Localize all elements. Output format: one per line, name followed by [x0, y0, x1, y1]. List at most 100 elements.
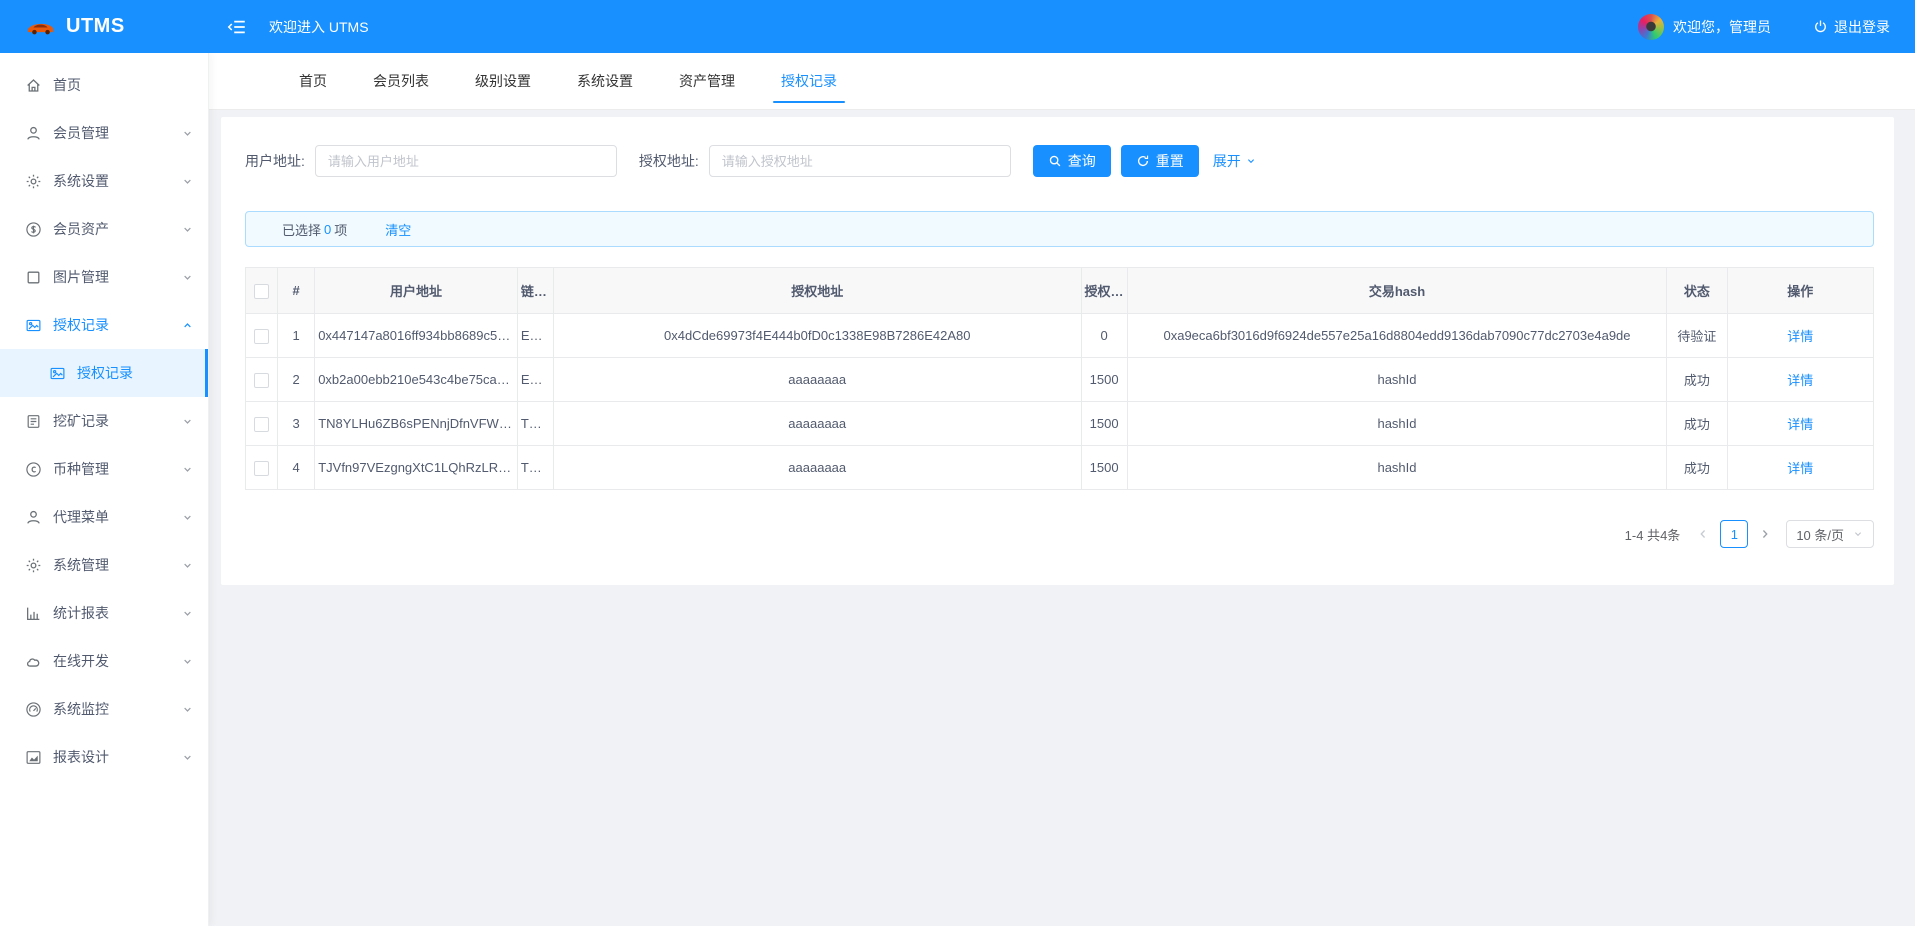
table-row: 3 TN8YLHu6ZB6sPENnjDfnVFW6dQFByPFzYj1 TR…	[244, 401, 1874, 446]
detail-link[interactable]: 详情	[1787, 417, 1813, 432]
sidebar-item-label: 在线开发	[53, 653, 109, 669]
row-chain-type: TRC20	[516, 401, 554, 446]
row-auth-amount: 1500	[1080, 401, 1128, 446]
row-user-address: TN8YLHu6ZB6sPENnjDfnVFW6dQFByPFzYj1	[314, 401, 518, 446]
page-size-select[interactable]: 10 条/页	[1786, 520, 1874, 548]
row-user-address: 0xb2a00ebb210e543c4be75cad0c6b737ca71740…	[314, 357, 518, 402]
user-greeting: 欢迎您，管理员	[1673, 18, 1771, 35]
col-auth-address: 授权地址	[552, 267, 1082, 314]
chevron-down-icon	[181, 127, 194, 140]
sidebar-item-coin-management[interactable]: 币种管理	[0, 445, 208, 493]
sidebar-item-report-design[interactable]: 报表设计	[0, 733, 208, 781]
row-checkbox[interactable]	[254, 460, 270, 476]
sidebar-item-mining-records[interactable]: 挖矿记录	[0, 397, 208, 445]
prev-page-icon[interactable]	[1696, 527, 1710, 541]
sidebar-item-image-management[interactable]: 图片管理	[0, 253, 208, 301]
row-checkbox[interactable]	[254, 372, 270, 388]
detail-link[interactable]: 详情	[1787, 373, 1813, 388]
content-card: 用户地址: 授权地址: 查询 重置 展开 已选择 0	[221, 117, 1894, 585]
refresh-icon	[1136, 154, 1150, 168]
col-status: 状态	[1666, 267, 1728, 314]
picture-icon	[25, 317, 42, 334]
selection-alert: 已选择 0 项 清空	[245, 211, 1874, 247]
row-auth-address: 0x4dCde69973f4E444b0fD0c1338E98B7286E42A…	[552, 313, 1082, 358]
row-auth-amount: 1500	[1080, 445, 1128, 490]
sidebar-subitem-auth-records[interactable]: 授权记录	[0, 349, 208, 397]
table-row: 1 0x447147a8016ff934bb8689c5a2d5b65c715b…	[244, 313, 1874, 358]
records-table: # 用户地址 链类型 授权地址 授权金额 交易hash 状态 操作 1 0x4	[244, 267, 1874, 490]
user-address-label: 用户地址:	[245, 153, 305, 169]
clear-selection-link[interactable]: 清空	[385, 220, 411, 239]
pagination-total: 1-4 共4条	[1624, 527, 1681, 543]
sidebar-item-online-dev[interactable]: 在线开发	[0, 637, 208, 685]
sidebar-item-label: 系统监控	[53, 701, 109, 717]
reset-button[interactable]: 重置	[1120, 145, 1199, 177]
table-header-row: # 用户地址 链类型 授权地址 授权金额 交易hash 状态 操作	[244, 267, 1874, 314]
sidebar-item-statistics-reports[interactable]: 统计报表	[0, 589, 208, 637]
expand-link[interactable]: 展开	[1213, 151, 1257, 171]
row-actions-cell: 详情	[1726, 357, 1874, 402]
row-index: 1	[277, 313, 316, 358]
search-button[interactable]: 查询	[1032, 145, 1111, 177]
copyright-icon	[25, 461, 42, 478]
page-number-button[interactable]: 1	[1720, 520, 1749, 548]
sidebar-item-auth-records[interactable]: 授权记录	[0, 301, 208, 349]
tab-system-settings[interactable]: 系统设置	[567, 53, 643, 109]
chevron-down-icon	[1852, 528, 1864, 540]
sidebar-item-system-settings[interactable]: 系统设置	[0, 157, 208, 205]
gear-icon	[25, 173, 42, 190]
selection-suffix: 项	[334, 222, 348, 238]
avatar[interactable]	[1638, 13, 1664, 40]
logout-button[interactable]: 退出登录	[1813, 17, 1890, 37]
gear-icon	[25, 557, 42, 574]
tab-home[interactable]: 首页	[289, 53, 337, 109]
sidebar-item-system-monitor[interactable]: 系统监控	[0, 685, 208, 733]
detail-link[interactable]: 详情	[1787, 329, 1813, 344]
sidebar-item-label: 代理菜单	[53, 509, 109, 525]
sidebar-item-label: 挖矿记录	[53, 413, 109, 429]
sidebar-item-home[interactable]: 首页	[0, 61, 208, 109]
row-status: 待验证	[1666, 313, 1728, 358]
row-tx-hash: hashId	[1126, 445, 1668, 490]
user-menu[interactable]: 欢迎您，管理员	[1638, 13, 1771, 40]
tab-auth-records[interactable]: 授权记录	[771, 53, 847, 109]
sidebar-item-agent-menu[interactable]: 代理菜单	[0, 493, 208, 541]
row-tx-hash: 0xa9eca6bf3016d9f6924de557e25a16d8804edd…	[1126, 313, 1668, 358]
next-page-icon[interactable]	[1758, 527, 1772, 541]
list-icon	[25, 413, 42, 430]
row-auth-address: aaaaaaaa	[552, 445, 1082, 490]
row-auth-amount: 1500	[1080, 357, 1128, 402]
sidebar-item-member-management[interactable]: 会员管理	[0, 109, 208, 157]
row-checkbox[interactable]	[254, 328, 270, 344]
welcome-text: 欢迎进入 UTMS	[269, 18, 369, 35]
row-checkbox[interactable]	[254, 416, 270, 432]
row-tx-hash: hashId	[1126, 357, 1668, 402]
tab-label: 资产管理	[679, 73, 735, 89]
chevron-down-icon	[181, 175, 194, 188]
pagination: 1-4 共4条 1 10 条/页	[245, 520, 1874, 548]
user-address-input[interactable]	[314, 145, 617, 177]
tab-label: 级别设置	[475, 73, 531, 89]
user-icon	[25, 509, 42, 526]
tab-label: 授权记录	[781, 73, 837, 89]
row-user-address: TJVfn97VEzgngXtC1LQhRzLRHA1eMYLaQG	[314, 445, 518, 490]
search-icon	[1048, 154, 1062, 168]
page-size-value: 10 条/页	[1796, 527, 1844, 543]
tab-level-settings[interactable]: 级别设置	[465, 53, 541, 109]
chevron-down-icon	[181, 511, 194, 524]
detail-link[interactable]: 详情	[1787, 461, 1813, 476]
row-checkbox-cell	[244, 313, 279, 358]
chevron-down-icon	[181, 751, 194, 764]
brand-name: UTMS	[66, 15, 125, 37]
tab-asset-management[interactable]: 资产管理	[669, 53, 745, 109]
select-all-checkbox[interactable]	[254, 283, 270, 299]
sidebar-item-system-management[interactable]: 系统管理	[0, 541, 208, 589]
col-actions: 操作	[1726, 267, 1874, 314]
auth-address-input[interactable]	[708, 145, 1011, 177]
menu-fold-icon[interactable]	[227, 18, 247, 36]
tab-member-list[interactable]: 会员列表	[363, 53, 439, 109]
sidebar-item-member-assets[interactable]: 会员资产	[0, 205, 208, 253]
col-chain-type: 链类型	[516, 267, 554, 314]
sidebar: 首页 会员管理 系统设置 会员资产 图片管理 授权记录 授权记录 挖矿记录 币种…	[0, 53, 209, 926]
area-chart-icon	[25, 749, 42, 766]
